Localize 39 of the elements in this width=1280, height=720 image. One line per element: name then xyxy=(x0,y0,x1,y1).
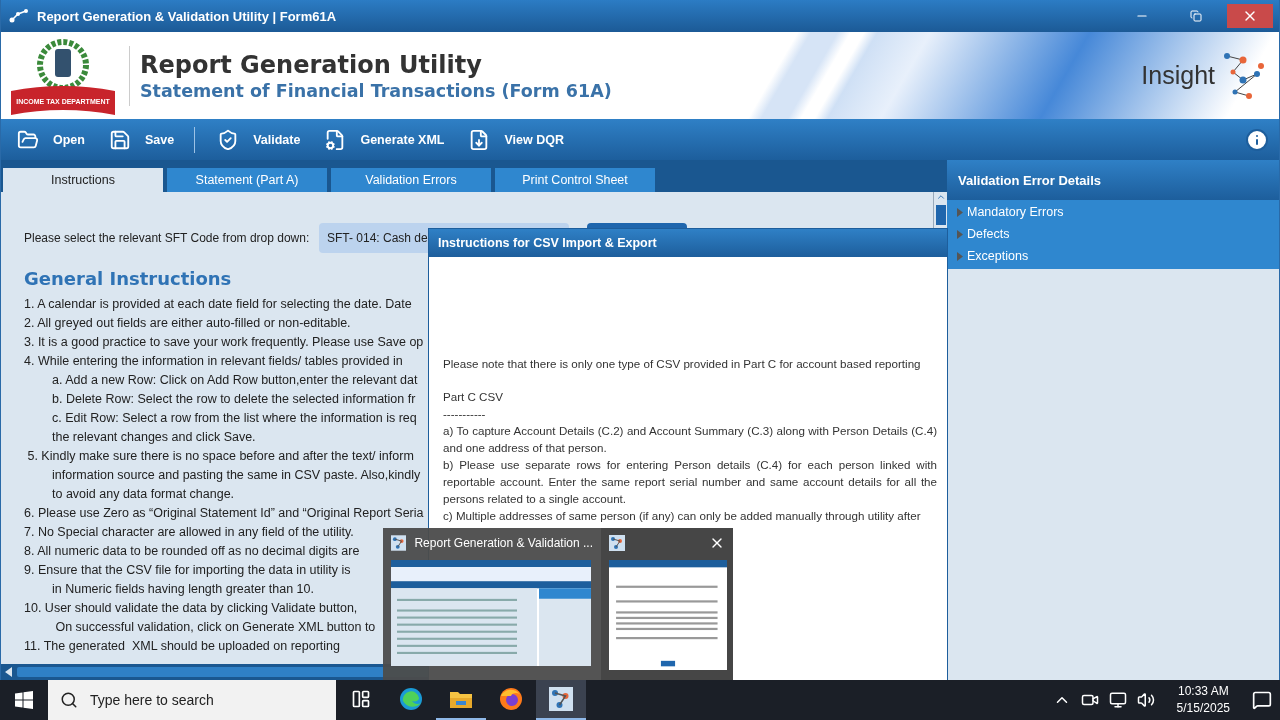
dialog-text: Please note that there is only one type of CSV provided in Part C for account based reporting xyxy=(443,356,922,372)
brand-name: Insight xyxy=(1141,61,1215,90)
instruction-line: 1. A calendar is provided at each date field for selecting the date. Date xyxy=(24,296,412,313)
dialog-text: c) Multiple addresses of same person (if any) can only be added manually through utility after xyxy=(443,508,922,524)
instruction-line: 9. Ensure that the CSV file for importing the data in utility is xyxy=(24,562,351,579)
instruction-line: 11. The generated XML should be uploaded on reporting xyxy=(24,638,340,655)
instruction-line: 5. Kindly make sure there is no space before and after the text/ inform xyxy=(26,448,414,465)
dialog-text: Part C CSV xyxy=(443,389,504,405)
clock-time: 10:33 AM xyxy=(1177,683,1229,700)
instruction-line: 8. All numeric data to be rounded off as no decimal digits are xyxy=(24,543,360,560)
instruction-line: the relevant changes and click Save. xyxy=(51,429,256,446)
window-title: Report Generation & Validation Utility | Form61A xyxy=(37,8,338,24)
instruction-line: a. Add a new Row: Click on Add Row button,enter the relevant dat xyxy=(51,372,418,389)
sft-code-label: Please select the relevant SFT Code from drop down: xyxy=(24,231,311,245)
instruction-line: in Numeric fields having length greater than 10. xyxy=(51,581,314,598)
instruction-line: to avoid any data format change. xyxy=(51,486,235,503)
instruction-line: 2. All greyed out fields are either auto-filled or non-editable. xyxy=(24,315,351,332)
dialog-text: a) To capture Account Details (C.2) and Account Summary (C.3) along with Person Details (C.4) and one address of that person. xyxy=(443,423,937,456)
instruction-line: b. Delete Row: Select the row to delete the selected information fr xyxy=(51,391,416,408)
tree-item-label: Defects xyxy=(967,227,1010,241)
instruction-line: 10. User should validate the data by clicking Validate button, xyxy=(24,600,358,617)
instruction-line: c. Edit Row: Select a row from the list where the information is req xyxy=(51,410,417,427)
instruction-line: On successful validation, click on Generate XML button to xyxy=(54,619,376,636)
instruction-line: 4. While entering the information in relevant fields/ tables provided in xyxy=(24,353,403,370)
dialog-text: b) Please use separate rows for entering Person details (C.4) for each person linked with reportable account. Enter the same report serial number and same account details for all the persons related to a single account. xyxy=(443,457,937,507)
instruction-line: 7. No Special character are allowed in any field of the utility. xyxy=(24,524,354,541)
section-heading: General Instructions xyxy=(24,268,233,289)
panel-title: Validation Error Details xyxy=(947,160,1279,200)
instruction-line: information source and pasting the same in CSV paste. Also,kindly xyxy=(51,467,421,484)
dialog-text: ----------- xyxy=(443,406,487,422)
tree-item-label: Mandatory Errors xyxy=(967,205,1064,219)
preview-title: Report Generation & Validation ... xyxy=(414,536,593,550)
instruction-line: 6. Please use Zero as “Original Statement Id” and “Original Report Seria xyxy=(24,505,424,522)
dialog-title: Instructions for CSV Import & Export xyxy=(429,229,947,257)
app-subtitle: Statement of Financial Transactions (Form 61A) xyxy=(140,80,613,101)
app-title: Report Generation Utility xyxy=(140,50,483,79)
instruction-line: 3. It is a good practice to save your work frequently. Please use Save op xyxy=(24,334,424,351)
tree-item-label: Exceptions xyxy=(967,249,1029,263)
clock-date: 5/15/2025 xyxy=(1176,700,1230,717)
